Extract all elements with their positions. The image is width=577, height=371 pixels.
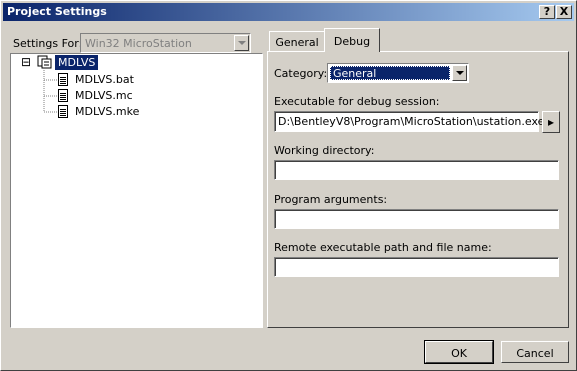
tree-item-file[interactable]: MDLVS.mc — [75, 89, 133, 102]
tab-debug-label: Debug — [333, 35, 371, 48]
args-field[interactable] — [274, 209, 559, 229]
close-button[interactable]: X — [556, 5, 572, 19]
title-bar: Project Settings ? X — [3, 3, 574, 21]
tab-debug[interactable]: Debug — [324, 28, 380, 52]
chevron-down-icon[interactable] — [452, 65, 467, 81]
settings-for-select[interactable]: Win32 MicroStation — [80, 33, 251, 53]
cancel-button[interactable]: Cancel — [501, 341, 569, 363]
window-title: Project Settings — [7, 5, 107, 18]
settings-for-value: Win32 MicroStation — [85, 37, 192, 50]
arrow-right-icon: ▸ — [547, 115, 555, 129]
settings-for-label: Settings For: — [13, 37, 83, 50]
tree-connector-lines — [43, 68, 57, 113]
debug-panel: Category: General Executable for debug s… — [267, 51, 569, 328]
remote-label: Remote executable path and file name: — [274, 241, 492, 254]
tab-general[interactable]: General — [269, 31, 325, 51]
remote-field[interactable] — [274, 257, 559, 277]
cancel-label: Cancel — [516, 347, 554, 360]
file-icon — [58, 89, 68, 102]
ok-label: OK — [451, 347, 467, 360]
help-button[interactable]: ? — [539, 5, 555, 19]
category-label: Category: — [274, 67, 328, 80]
workdir-field[interactable] — [274, 160, 559, 180]
tree-item-file[interactable]: MDLVS.mke — [75, 105, 139, 118]
exe-field[interactable]: D:\BentleyV8\Program\MicroStation\ustati… — [274, 111, 544, 132]
browse-arrow-button[interactable]: ▸ — [542, 111, 560, 133]
category-value: General — [333, 67, 377, 80]
project-settings-dialog: Project Settings ? X Settings For: Win32… — [0, 0, 577, 371]
tree-item-root[interactable]: MDLVS — [55, 55, 99, 70]
args-label: Program arguments: — [274, 193, 388, 206]
chevron-down-icon[interactable] — [234, 35, 249, 51]
workdir-label: Working directory: — [274, 144, 375, 157]
tab-general-label: General — [275, 36, 319, 49]
category-select[interactable]: General — [327, 63, 469, 83]
file-icon — [58, 105, 68, 118]
ok-button[interactable]: OK — [424, 340, 494, 364]
tree-item-file[interactable]: MDLVS.bat — [75, 73, 134, 86]
project-tree[interactable]: ⊟ MDLVS MDLVS.bat MDLVS.mc MDLVS.mke — [10, 53, 263, 328]
exe-label: Executable for debug session: — [274, 95, 440, 108]
exe-value: D:\BentleyV8\Program\MicroStation\ustati… — [278, 115, 545, 128]
file-icon — [58, 73, 68, 86]
